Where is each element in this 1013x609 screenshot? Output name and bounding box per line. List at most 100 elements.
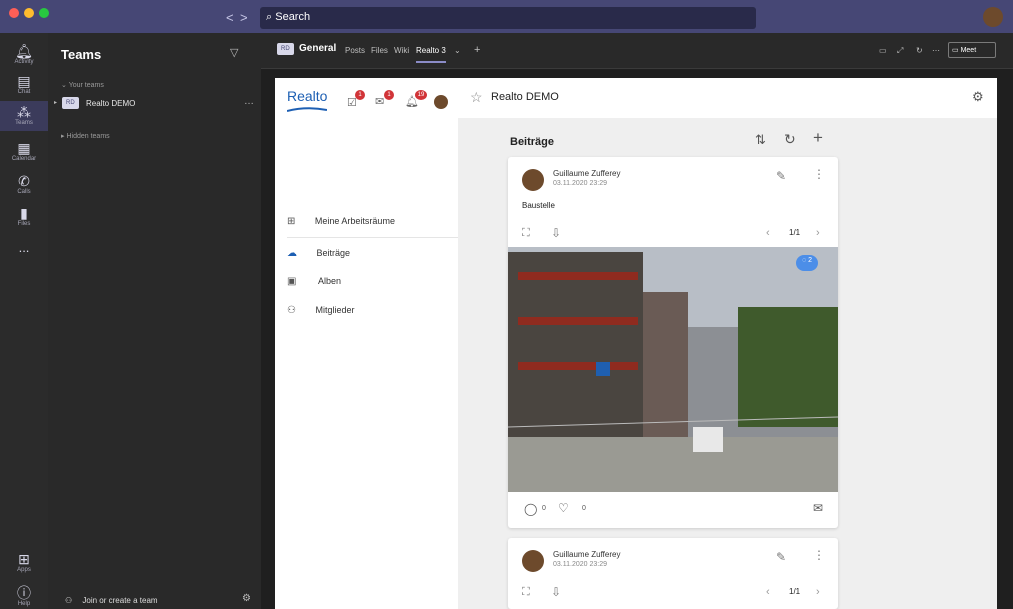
meet-label: Meet (960, 47, 977, 54)
filter-icon[interactable]: ▽ (230, 46, 238, 59)
kebab-icon[interactable]: ⋮ (813, 548, 825, 562)
cloud-icon: ☁ (287, 248, 297, 259)
tab-realto[interactable]: Realto 3 (416, 46, 446, 63)
rail-apps[interactable]: ⊞ Apps (0, 551, 48, 573)
file-icon: ▮ (20, 205, 28, 221)
rail-more[interactable]: ... (0, 240, 48, 255)
back-button[interactable]: < (226, 10, 234, 25)
album-icon: ▣ (287, 276, 297, 287)
post-date: 03.11.2020 23:29 (553, 561, 607, 568)
fullscreen-icon[interactable]: ⛶ (522, 586, 530, 599)
add-tab-icon[interactable]: + (474, 44, 480, 56)
logo-text: Realto (287, 88, 328, 104)
next-image-icon[interactable]: › (816, 586, 820, 598)
caret-icon: ▸ (54, 100, 58, 106)
tab-posts[interactable]: Posts (345, 46, 365, 55)
forward-button[interactable]: > (240, 10, 248, 25)
hidden-teams[interactable]: ▸ Hidden teams (61, 132, 110, 140)
menu-label: Meine Arbeitsräume (314, 216, 395, 226)
star-icon[interactable]: ☆ (470, 89, 483, 106)
help-icon: ⓘ (17, 585, 31, 601)
tab-files[interactable]: Files (371, 46, 388, 55)
more-icon[interactable]: ⋯ (932, 46, 940, 55)
join-label: Join or create a team (82, 596, 158, 605)
mail-icon[interactable]: ✉ (813, 501, 823, 515)
camera-icon: ▭ (952, 47, 959, 54)
search-placeholder: Search (275, 11, 311, 23)
close-window-button[interactable] (9, 8, 19, 18)
kebab-icon[interactable]: ⋮ (813, 167, 825, 181)
maximize-window-button[interactable] (39, 8, 49, 18)
fullscreen-icon[interactable]: ⛶ (522, 227, 530, 240)
title-bar: < > ⌕ Search (0, 0, 1013, 33)
expand-icon[interactable]: ⤢ (897, 46, 903, 56)
team-more-icon[interactable]: … (244, 96, 254, 107)
your-teams-label: ⌄ Your teams (61, 82, 104, 89)
search-input[interactable]: ⌕ Search (260, 7, 756, 29)
prev-image-icon[interactable]: ‹ (766, 227, 770, 239)
menu-item-arbeitsraume[interactable]: ⊞ Meine Arbeitsräume (287, 216, 458, 238)
menu-item-beitrage[interactable]: ☁ Beiträge (287, 248, 350, 259)
meet-button[interactable]: ▭ Meet (948, 42, 996, 58)
prev-image-icon[interactable]: ‹ (766, 586, 770, 598)
comment-icon[interactable]: ◯ (524, 502, 537, 516)
photo-badge-count: 2 (808, 257, 813, 264)
members-icon: ⚇ (287, 305, 296, 316)
team-item-realto-demo[interactable]: ▸ RD Realto DEMO … (48, 93, 261, 118)
join-team-button[interactable]: ⚇ Join or create a team (65, 596, 158, 605)
download-icon[interactable]: ⇩ (551, 226, 561, 240)
channel-avatar: RD (277, 43, 294, 55)
add-post-icon[interactable]: + (813, 128, 823, 148)
avatar[interactable] (522, 169, 544, 191)
refresh-icon[interactable]: ↻ (916, 46, 923, 55)
channel-title: General (299, 43, 337, 54)
hidden-teams-text: Hidden teams (66, 133, 110, 140)
rail-label: Chat (17, 89, 31, 95)
photo-comment-badge[interactable]: ◌ 2 (796, 255, 819, 271)
user-avatar[interactable] (983, 7, 1003, 27)
heart-icon[interactable]: ♡ (558, 501, 569, 515)
sort-icon[interactable]: ⇅ (755, 132, 766, 148)
page-indicator: 1/1 (789, 587, 801, 596)
avatar[interactable] (522, 550, 544, 572)
menu-label: Alben (317, 276, 341, 286)
tab-chevron-icon[interactable]: ⌄ (454, 46, 461, 55)
conversation-icon[interactable]: ▭ (879, 46, 887, 55)
download-icon[interactable]: ⇩ (551, 585, 561, 599)
rail-files[interactable]: ▮ Files (0, 205, 48, 227)
app-content: Realto ☑ 1 ✉ 1 🔔︎ 19 ⊞ Meine Arbeitsräum… (261, 69, 1013, 609)
rail-label: Calls (17, 189, 31, 195)
reload-icon[interactable]: ↻ (784, 131, 796, 148)
realto-main: ☆ Realto DEMO ⚙ Beiträge ⇅ ↻ + Guillaume… (458, 78, 997, 609)
channel-bar: RD General Posts Files Wiki Realto 3 ⌄ +… (261, 33, 1013, 69)
menu-item-mitglieder[interactable]: ⚇ Mitglieder (287, 305, 355, 316)
rail-calls[interactable]: ✆ Calls (0, 173, 48, 195)
realto-logo[interactable]: Realto (287, 88, 327, 112)
teams-icon: ⁂ (17, 104, 31, 120)
mail-icon[interactable]: ✉ (375, 95, 384, 108)
post-author: Guillaume Zufferey (553, 550, 621, 559)
tab-wiki[interactable]: Wiki (394, 46, 409, 55)
rail-teams[interactable]: ⁂ Teams (0, 101, 48, 131)
team-avatar: RD (62, 97, 79, 109)
post-photo[interactable] (508, 247, 838, 492)
panel-title: Teams (61, 47, 102, 62)
settings-icon[interactable]: ⚙ (242, 593, 251, 604)
menu-item-alben[interactable]: ▣ Alben (287, 276, 341, 287)
comment-count: 0 (542, 505, 546, 512)
minimize-window-button[interactable] (24, 8, 34, 18)
rail-calendar[interactable]: ▦ Calendar (0, 140, 48, 162)
edit-icon[interactable]: ✎ (776, 169, 786, 183)
edit-icon[interactable]: ✎ (776, 550, 786, 564)
menu-label: Mitglieder (315, 305, 355, 315)
rail-chat[interactable]: ▤ Chat (0, 73, 48, 95)
rail-activity[interactable]: 🔔︎ Activity (0, 43, 48, 65)
gear-icon[interactable]: ⚙ (972, 89, 984, 105)
post-title: Baustelle (522, 201, 555, 210)
logo-swoosh (287, 107, 327, 112)
section-title: Beiträge (510, 136, 555, 148)
rail-help[interactable]: ⓘ Help (0, 585, 48, 607)
profile-avatar[interactable] (434, 95, 448, 109)
next-image-icon[interactable]: › (816, 227, 820, 239)
calendar-icon: ▦ (17, 140, 31, 156)
